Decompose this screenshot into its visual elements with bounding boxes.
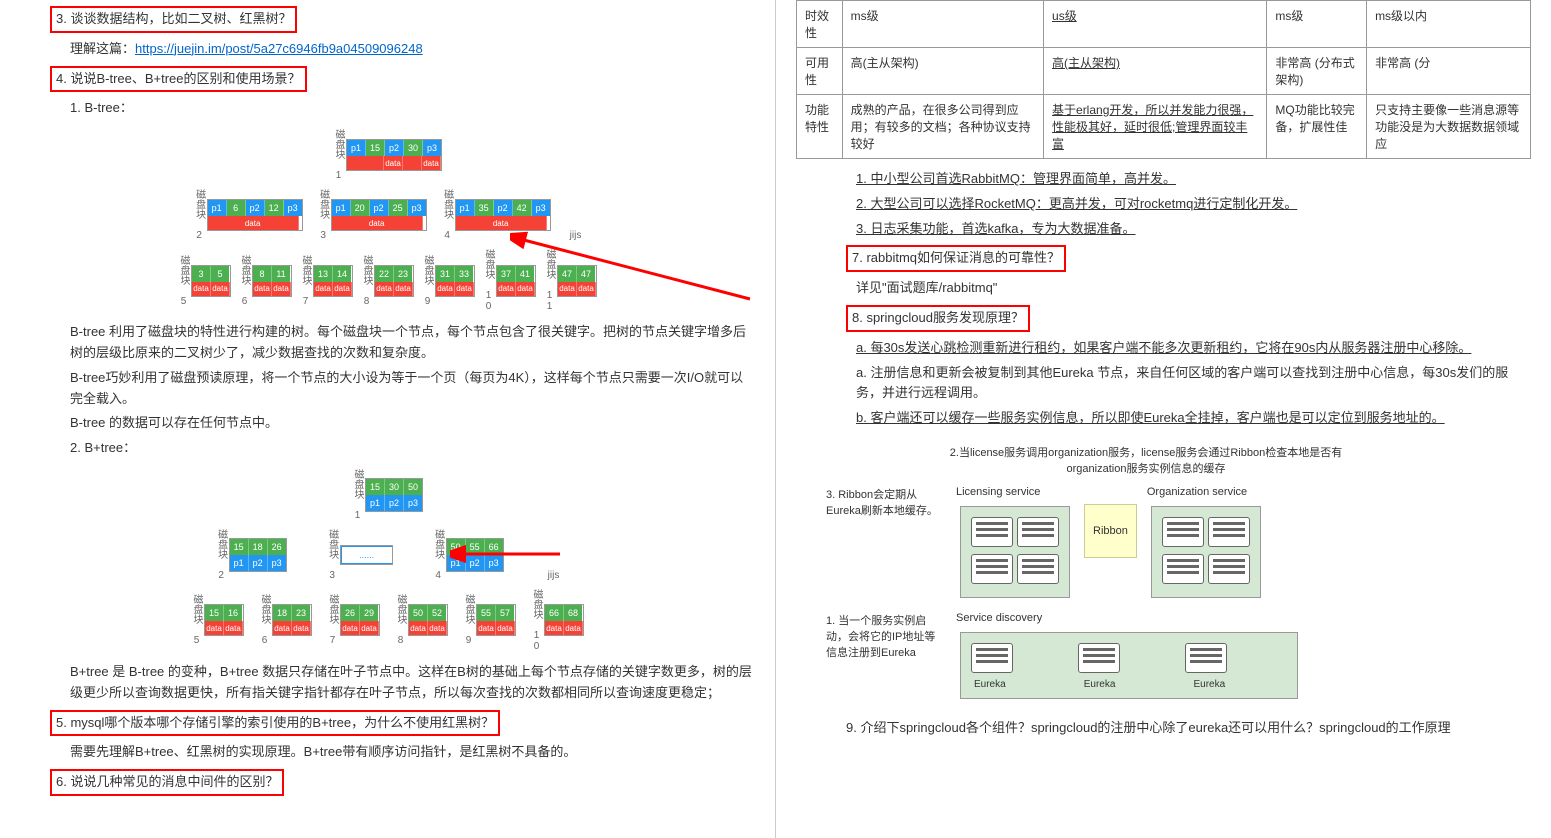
server-icon <box>1162 517 1204 547</box>
bplustree-diagram: 磁盘块 1153050p1p2p3 磁盘块 2151826p1p2p3 磁盘块 … <box>20 469 755 652</box>
server-icon <box>1208 517 1250 547</box>
q3-answer-prefix: 理解这篇： <box>70 41 135 56</box>
server-icon <box>1208 554 1250 584</box>
question-6: 6. 说说几种常见的消息中间件的区别？ <box>50 769 284 796</box>
q4-sub2: 2. B+tree： <box>70 438 755 459</box>
question-9: 9. 介绍下springcloud各个组件？springcloud的注册中心除了… <box>846 718 1531 739</box>
mq-rec-1: 1. 中小型公司首选RabbitMQ：管理界面简单，高并发。 <box>856 169 1531 190</box>
server-icon <box>971 517 1013 547</box>
q7-answer: 详见"面试题库/rabbitmq" <box>856 278 1531 299</box>
question-3: 3. 谈谈数据结构，比如二叉树、红黑树？ <box>50 6 297 33</box>
server-icon <box>1078 643 1120 673</box>
server-icon <box>1162 554 1204 584</box>
question-8: 8. springcloud服务发现原理？ <box>846 305 1030 332</box>
mq-rec-2: 2. 大型公司可以选择RocketMQ：更高并发，可对rocketmq进行定制化… <box>856 194 1531 215</box>
q8-b: a. 注册信息和更新会被复制到其他Eureka 节点，来自任何区域的客户端可以查… <box>856 363 1531 405</box>
server-icon <box>1185 643 1227 673</box>
server-icon <box>971 554 1013 584</box>
question-4: 4. 说说B-tree、B+tree的区别和使用场景？ <box>50 66 307 93</box>
btree-text-1: B-tree 利用了磁盘块的特性进行构建的树。每个磁盘块一个节点，每个节点包含了… <box>70 322 755 364</box>
server-icon <box>971 643 1013 673</box>
mq-comparison-table: 时效性ms级us级ms级ms级以内 可用性高(主从架构)高(主从架构)非常高 (… <box>796 0 1531 159</box>
q8-a: a. 每30s发送心跳检测重新进行租约，如果客户端不能多次更新租约，它将在90s… <box>856 338 1531 359</box>
btree-text-3: B-tree 的数据可以存在任何节点中。 <box>70 413 755 434</box>
btree-diagram: 磁盘块 1 p115p230p3datadata 磁盘块 2p16p212p3d… <box>20 129 755 312</box>
bptree-text: B+tree 是 B-tree 的变种，B+tree 数据只存储在叶子节点中。这… <box>70 662 755 704</box>
btree-text-2: B-tree巧妙利用了磁盘预读原理，将一个节点的大小设为等于一个页（每页为4K）… <box>70 368 755 410</box>
question-5: 5. mysql哪个版本哪个存储引擎的索引使用的B+tree，为什么不使用红黑树… <box>50 710 500 737</box>
q8-c: b. 客户端还可以缓存一些服务实例信息，所以即使Eureka全挂掉，客户端也是可… <box>856 408 1531 429</box>
springcloud-diagram: 2.当license服务调用organization服务，license服务会通… <box>826 444 1501 703</box>
q4-sub1: 1. B-tree： <box>70 98 755 119</box>
juejin-link[interactable]: https://juejin.im/post/5a27c6946fb9a0450… <box>135 41 423 56</box>
question-7: 7. rabbitmq如何保证消息的可靠性？ <box>846 245 1066 272</box>
ribbon-box: Ribbon <box>1084 504 1137 558</box>
q5-answer: 需要先理解B+tree、红黑树的实现原理。B+tree带有顺序访问指针，是红黑树… <box>70 742 755 763</box>
mq-rec-3: 3. 日志采集功能，首选kafka，专为大数据准备。 <box>856 219 1531 240</box>
server-icon <box>1017 554 1059 584</box>
server-icon <box>1017 517 1059 547</box>
